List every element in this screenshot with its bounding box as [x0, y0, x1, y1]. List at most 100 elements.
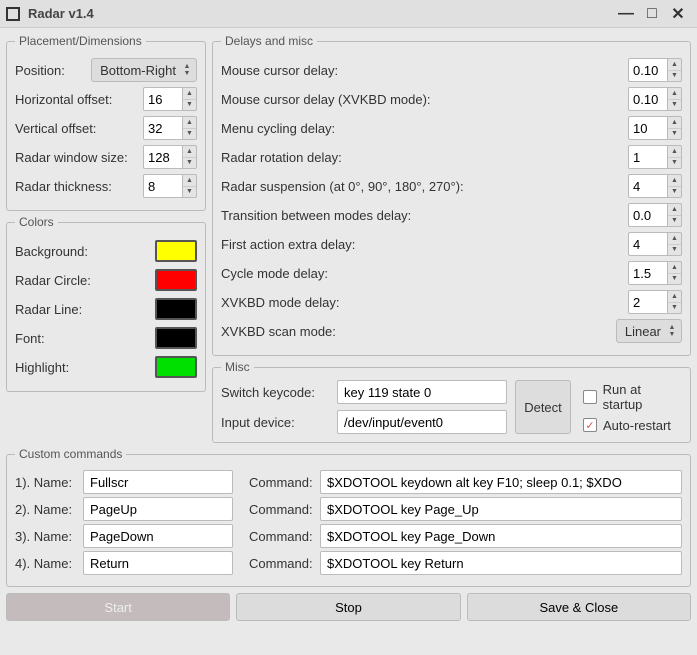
delays-legend: Delays and misc [221, 34, 317, 48]
input-device-input[interactable] [337, 410, 507, 434]
updown-icon[interactable]: ▲▼ [668, 87, 682, 111]
menu-cycle-spinner[interactable]: ▲▼ [628, 116, 682, 140]
switch-keycode-input[interactable] [337, 380, 507, 404]
cmd-name-input[interactable] [83, 524, 233, 548]
updown-icon[interactable]: ▲▼ [668, 58, 682, 82]
h-offset-input[interactable] [143, 87, 183, 111]
circle-color-label: Radar Circle: [15, 273, 149, 288]
cmd-command-input[interactable] [320, 497, 682, 521]
xvkbd-mode-spinner[interactable]: ▲▼ [628, 290, 682, 314]
save-close-button[interactable]: Save & Close [467, 593, 691, 621]
command-row: 1). Name: Command: [15, 470, 682, 494]
highlight-color-swatch[interactable] [155, 356, 197, 378]
updown-icon: ▲▼ [667, 324, 677, 338]
v-offset-input[interactable] [143, 116, 183, 140]
maximize-button[interactable]: □ [639, 3, 665, 25]
updown-icon[interactable]: ▲▼ [668, 116, 682, 140]
scan-mode-label: XVKBD scan mode: [221, 324, 610, 339]
rotation-spinner[interactable]: ▲▼ [628, 145, 682, 169]
commands-legend: Custom commands [15, 447, 126, 461]
updown-icon[interactable]: ▲▼ [183, 174, 197, 198]
rotation-label: Radar rotation delay: [221, 150, 622, 165]
run-startup-label: Run at startup [603, 382, 682, 412]
font-color-label: Font: [15, 331, 149, 346]
transition-label: Transition between modes delay: [221, 208, 622, 223]
auto-restart-checkbox[interactable]: ✓ [583, 418, 597, 432]
placement-legend: Placement/Dimensions [15, 34, 146, 48]
cmd-command-input[interactable] [320, 470, 682, 494]
cmd-command-input[interactable] [320, 524, 682, 548]
win-size-spinner[interactable]: ▲▼ [143, 145, 197, 169]
mouse-delay-input[interactable] [628, 58, 668, 82]
cmd-command-input[interactable] [320, 551, 682, 575]
xvkbd-mode-input[interactable] [628, 290, 668, 314]
win-size-label: Radar window size: [15, 150, 137, 165]
line-color-label: Radar Line: [15, 302, 149, 317]
updown-icon[interactable]: ▲▼ [668, 145, 682, 169]
scan-mode-combo[interactable]: Linear ▲▼ [616, 319, 682, 343]
first-action-input[interactable] [628, 232, 668, 256]
transition-input[interactable] [628, 203, 668, 227]
updown-icon[interactable]: ▲▼ [183, 116, 197, 140]
mouse-delay-spinner[interactable]: ▲▼ [628, 58, 682, 82]
thickness-spinner[interactable]: ▲▼ [143, 174, 197, 198]
rotation-input[interactable] [628, 145, 668, 169]
start-button[interactable]: Start [6, 593, 230, 621]
misc-legend: Misc [221, 360, 254, 374]
updown-icon[interactable]: ▲▼ [183, 87, 197, 111]
content-area: Placement/Dimensions Position: Bottom-Ri… [0, 28, 697, 655]
updown-icon[interactable]: ▲▼ [183, 145, 197, 169]
line-color-swatch[interactable] [155, 298, 197, 320]
minimize-button[interactable]: — [613, 3, 639, 25]
v-offset-label: Vertical offset: [15, 121, 137, 136]
mouse-delay-label: Mouse cursor delay: [221, 63, 622, 78]
win-size-input[interactable] [143, 145, 183, 169]
command-row: 2). Name: Command: [15, 497, 682, 521]
cmd-index: 2). Name: [15, 502, 77, 517]
updown-icon[interactable]: ▲▼ [668, 174, 682, 198]
mouse-xvkbd-input[interactable] [628, 87, 668, 111]
run-startup-checkbox[interactable] [583, 390, 597, 404]
updown-icon[interactable]: ▲▼ [668, 232, 682, 256]
transition-spinner[interactable]: ▲▼ [628, 203, 682, 227]
window-title: Radar v1.4 [28, 6, 613, 21]
app-icon [6, 7, 20, 21]
cmd-command-label: Command: [239, 502, 314, 517]
cmd-name-input[interactable] [83, 497, 233, 521]
cycle-mode-input[interactable] [628, 261, 668, 285]
position-combo[interactable]: Bottom-Right ▲▼ [91, 58, 197, 82]
stop-button[interactable]: Stop [236, 593, 460, 621]
colors-group: Colors Background: Radar Circle: Radar L… [6, 215, 206, 392]
main-window: Radar v1.4 — □ ✕ Placement/Dimensions Po… [0, 0, 697, 655]
thickness-input[interactable] [143, 174, 183, 198]
cmd-name-input[interactable] [83, 551, 233, 575]
first-action-spinner[interactable]: ▲▼ [628, 232, 682, 256]
v-offset-spinner[interactable]: ▲▼ [143, 116, 197, 140]
suspension-spinner[interactable]: ▲▼ [628, 174, 682, 198]
bg-color-label: Background: [15, 244, 149, 259]
colors-legend: Colors [15, 215, 58, 229]
detect-button[interactable]: Detect [515, 380, 571, 434]
mouse-xvkbd-spinner[interactable]: ▲▼ [628, 87, 682, 111]
titlebar: Radar v1.4 — □ ✕ [0, 0, 697, 28]
delays-group: Delays and misc Mouse cursor delay: ▲▼ M… [212, 34, 691, 356]
bg-color-swatch[interactable] [155, 240, 197, 262]
cmd-index: 3). Name: [15, 529, 77, 544]
updown-icon[interactable]: ▲▼ [668, 203, 682, 227]
circle-color-swatch[interactable] [155, 269, 197, 291]
thickness-label: Radar thickness: [15, 179, 137, 194]
switch-keycode-label: Switch keycode: [221, 385, 331, 400]
font-color-swatch[interactable] [155, 327, 197, 349]
cmd-name-input[interactable] [83, 470, 233, 494]
suspension-input[interactable] [628, 174, 668, 198]
updown-icon[interactable]: ▲▼ [668, 290, 682, 314]
first-action-label: First action extra delay: [221, 237, 622, 252]
menu-cycle-input[interactable] [628, 116, 668, 140]
bottom-button-bar: Start Stop Save & Close [6, 591, 691, 621]
close-button[interactable]: ✕ [665, 3, 691, 25]
cycle-mode-spinner[interactable]: ▲▼ [628, 261, 682, 285]
cmd-command-label: Command: [239, 475, 314, 490]
cycle-mode-label: Cycle mode delay: [221, 266, 622, 281]
updown-icon[interactable]: ▲▼ [668, 261, 682, 285]
h-offset-spinner[interactable]: ▲▼ [143, 87, 197, 111]
